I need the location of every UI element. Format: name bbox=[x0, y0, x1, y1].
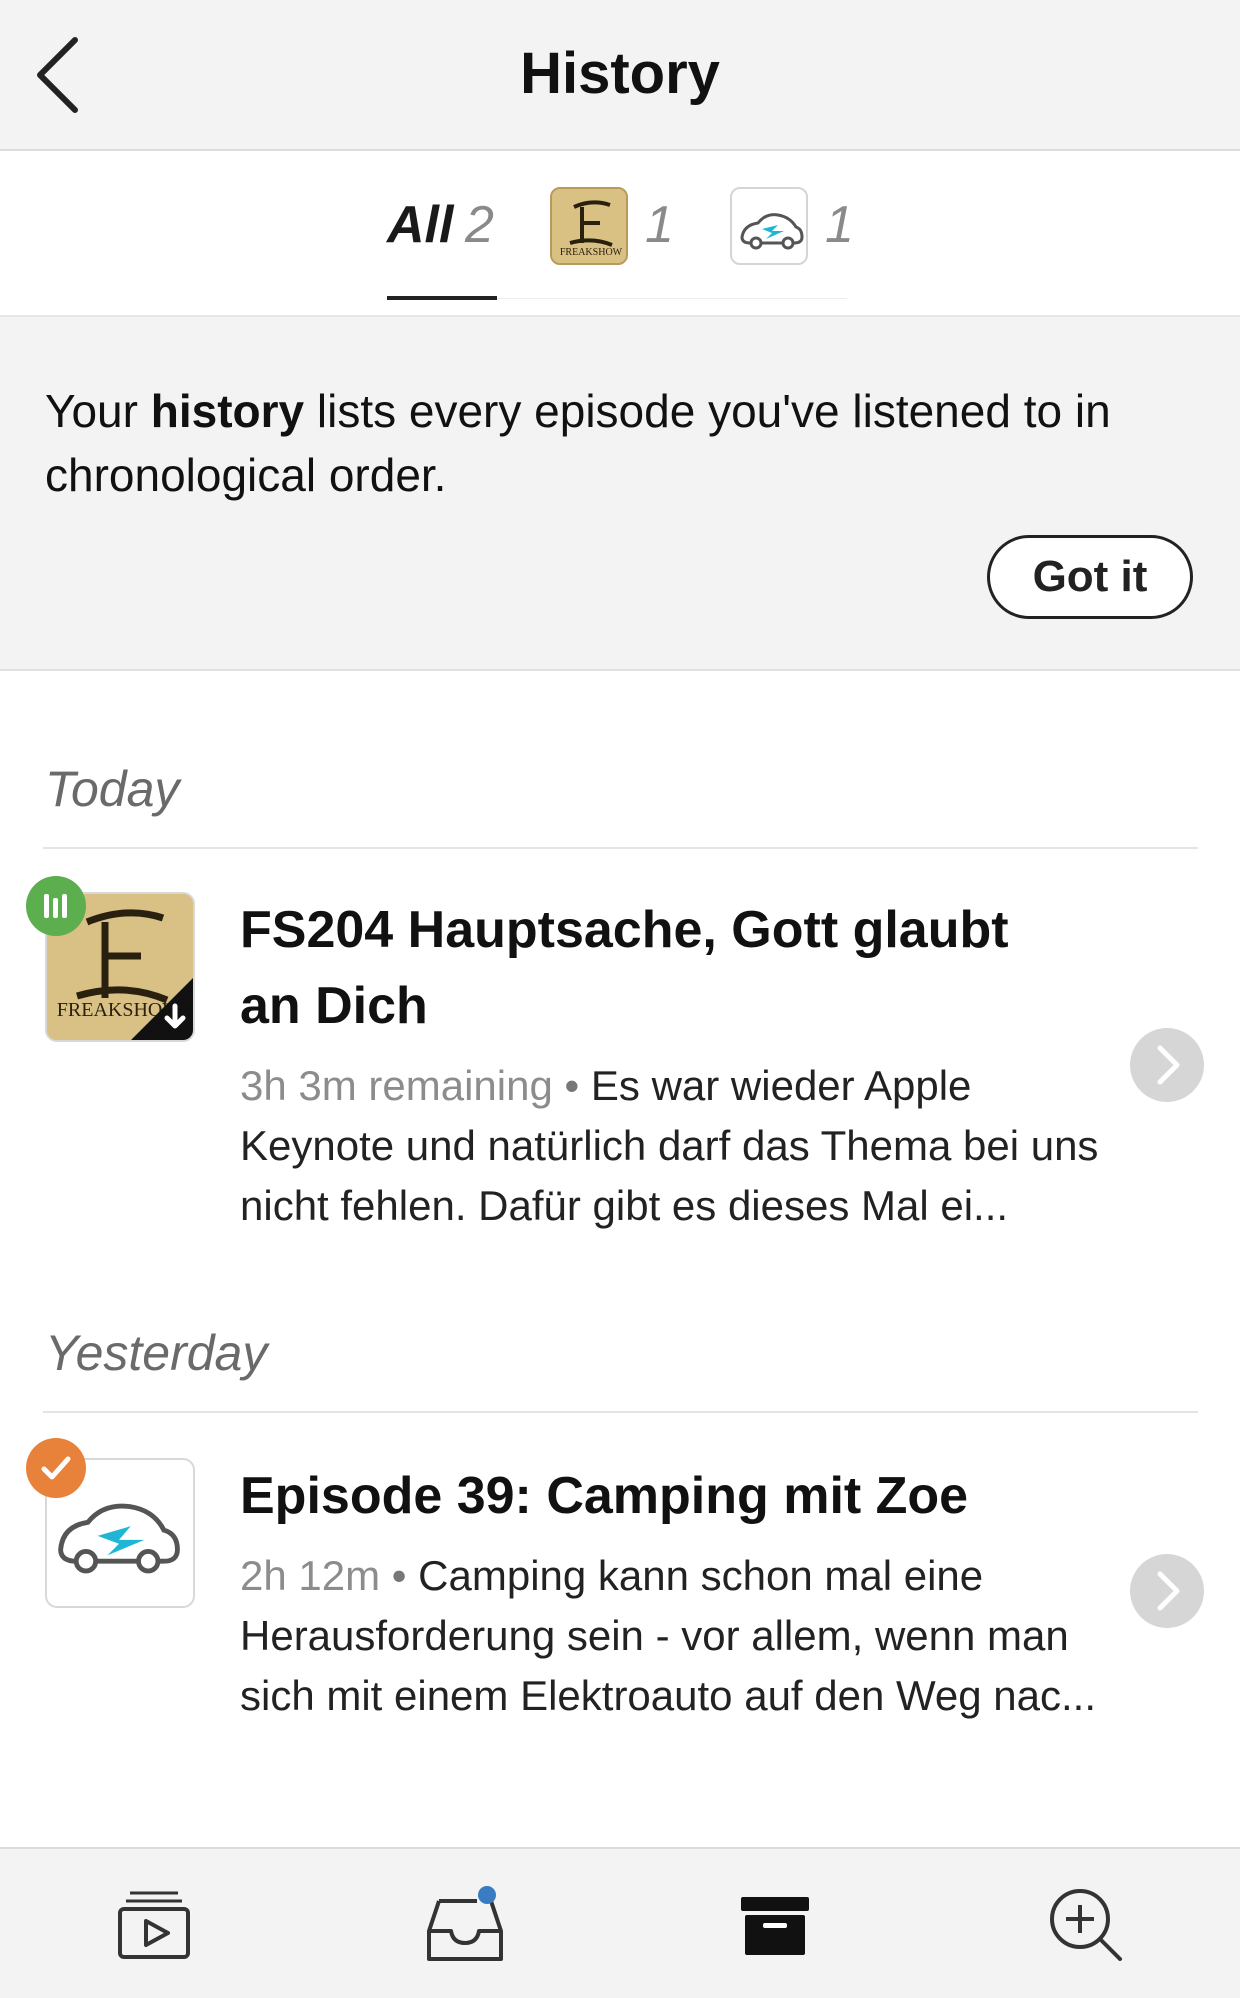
electric-car-thumbnail bbox=[730, 187, 808, 265]
section-heading-today: Today bbox=[45, 761, 180, 817]
playing-badge bbox=[26, 876, 86, 936]
separator-dot: • bbox=[391, 1552, 407, 1599]
info-text-bold: history bbox=[150, 385, 305, 437]
episode-meta: 2h 12m bbox=[240, 1552, 381, 1599]
got-it-button[interactable]: Got it bbox=[987, 535, 1193, 619]
info-text-start: Your bbox=[45, 385, 151, 437]
nav-inbox-button[interactable] bbox=[425, 1885, 505, 1965]
archive-icon bbox=[741, 1897, 809, 1955]
episode-title: FS204 Hauptsache, Gott glaubt an Dich bbox=[240, 901, 1009, 1035]
info-text: Your history lists every episode you've … bbox=[45, 379, 1195, 507]
equalizer-icon bbox=[44, 894, 67, 918]
episode-row[interactable]: FREAKSHOW FS204 Hauptsache, Gott glaubt … bbox=[0, 876, 1240, 1240]
episode-detail-button[interactable] bbox=[1130, 1554, 1204, 1628]
tab-freakshow[interactable]: FREAKSHOW 1 bbox=[550, 183, 680, 293]
episode-title: Episode 39: Camping mit Zoe bbox=[240, 1467, 969, 1525]
episode-row[interactable]: Episode 39: Camping mit Zoe 2h 12m • Cam… bbox=[0, 1438, 1240, 1744]
active-tab-indicator bbox=[387, 296, 497, 300]
page-title: History bbox=[520, 41, 720, 106]
separator-dot: • bbox=[564, 1062, 580, 1109]
tab-electric-podcast[interactable]: 1 bbox=[730, 183, 860, 293]
episode-description: 3h 3m remaining • Es war wieder Apple Ke… bbox=[240, 1056, 1100, 1236]
bottom-navigation bbox=[0, 1847, 1240, 1998]
inbox-icon bbox=[427, 1886, 503, 1961]
nav-search-button[interactable] bbox=[1046, 1885, 1126, 1965]
search-add-icon bbox=[1050, 1889, 1122, 1961]
tab-electric-count: 1 bbox=[825, 196, 854, 254]
svg-text:FREAKSHOW: FREAKSHOW bbox=[560, 247, 623, 258]
tab-all-count: 2 bbox=[465, 196, 494, 254]
freakshow-thumbnail: FREAKSHOW bbox=[550, 187, 628, 265]
notification-dot bbox=[478, 1886, 496, 1904]
episode-description: 2h 12m • Camping kann schon mal eine Her… bbox=[240, 1546, 1100, 1726]
section-heading-yesterday: Yesterday bbox=[45, 1325, 268, 1381]
chevron-right-icon bbox=[1157, 1571, 1180, 1611]
section-divider bbox=[43, 1411, 1198, 1413]
header-bar: History bbox=[0, 0, 1240, 151]
tab-freakshow-count: 1 bbox=[645, 196, 674, 254]
tab-all-label: All bbox=[387, 196, 454, 254]
nav-queue-button[interactable] bbox=[114, 1885, 194, 1965]
history-info-banner: Your history lists every episode you've … bbox=[0, 317, 1240, 671]
episode-meta: 3h 3m remaining bbox=[240, 1062, 553, 1109]
play-queue-icon bbox=[118, 1891, 190, 1959]
played-badge bbox=[26, 1438, 86, 1498]
episode-detail-button[interactable] bbox=[1130, 1028, 1204, 1102]
nav-archive-button[interactable] bbox=[735, 1885, 815, 1965]
chevron-right-icon bbox=[1157, 1045, 1180, 1085]
filter-tabs: All 2 FREAKSHOW 1 1 bbox=[0, 151, 1240, 317]
section-divider bbox=[43, 847, 1198, 849]
tab-all[interactable]: All 2 bbox=[387, 183, 507, 293]
checkmark-icon bbox=[41, 1456, 71, 1480]
